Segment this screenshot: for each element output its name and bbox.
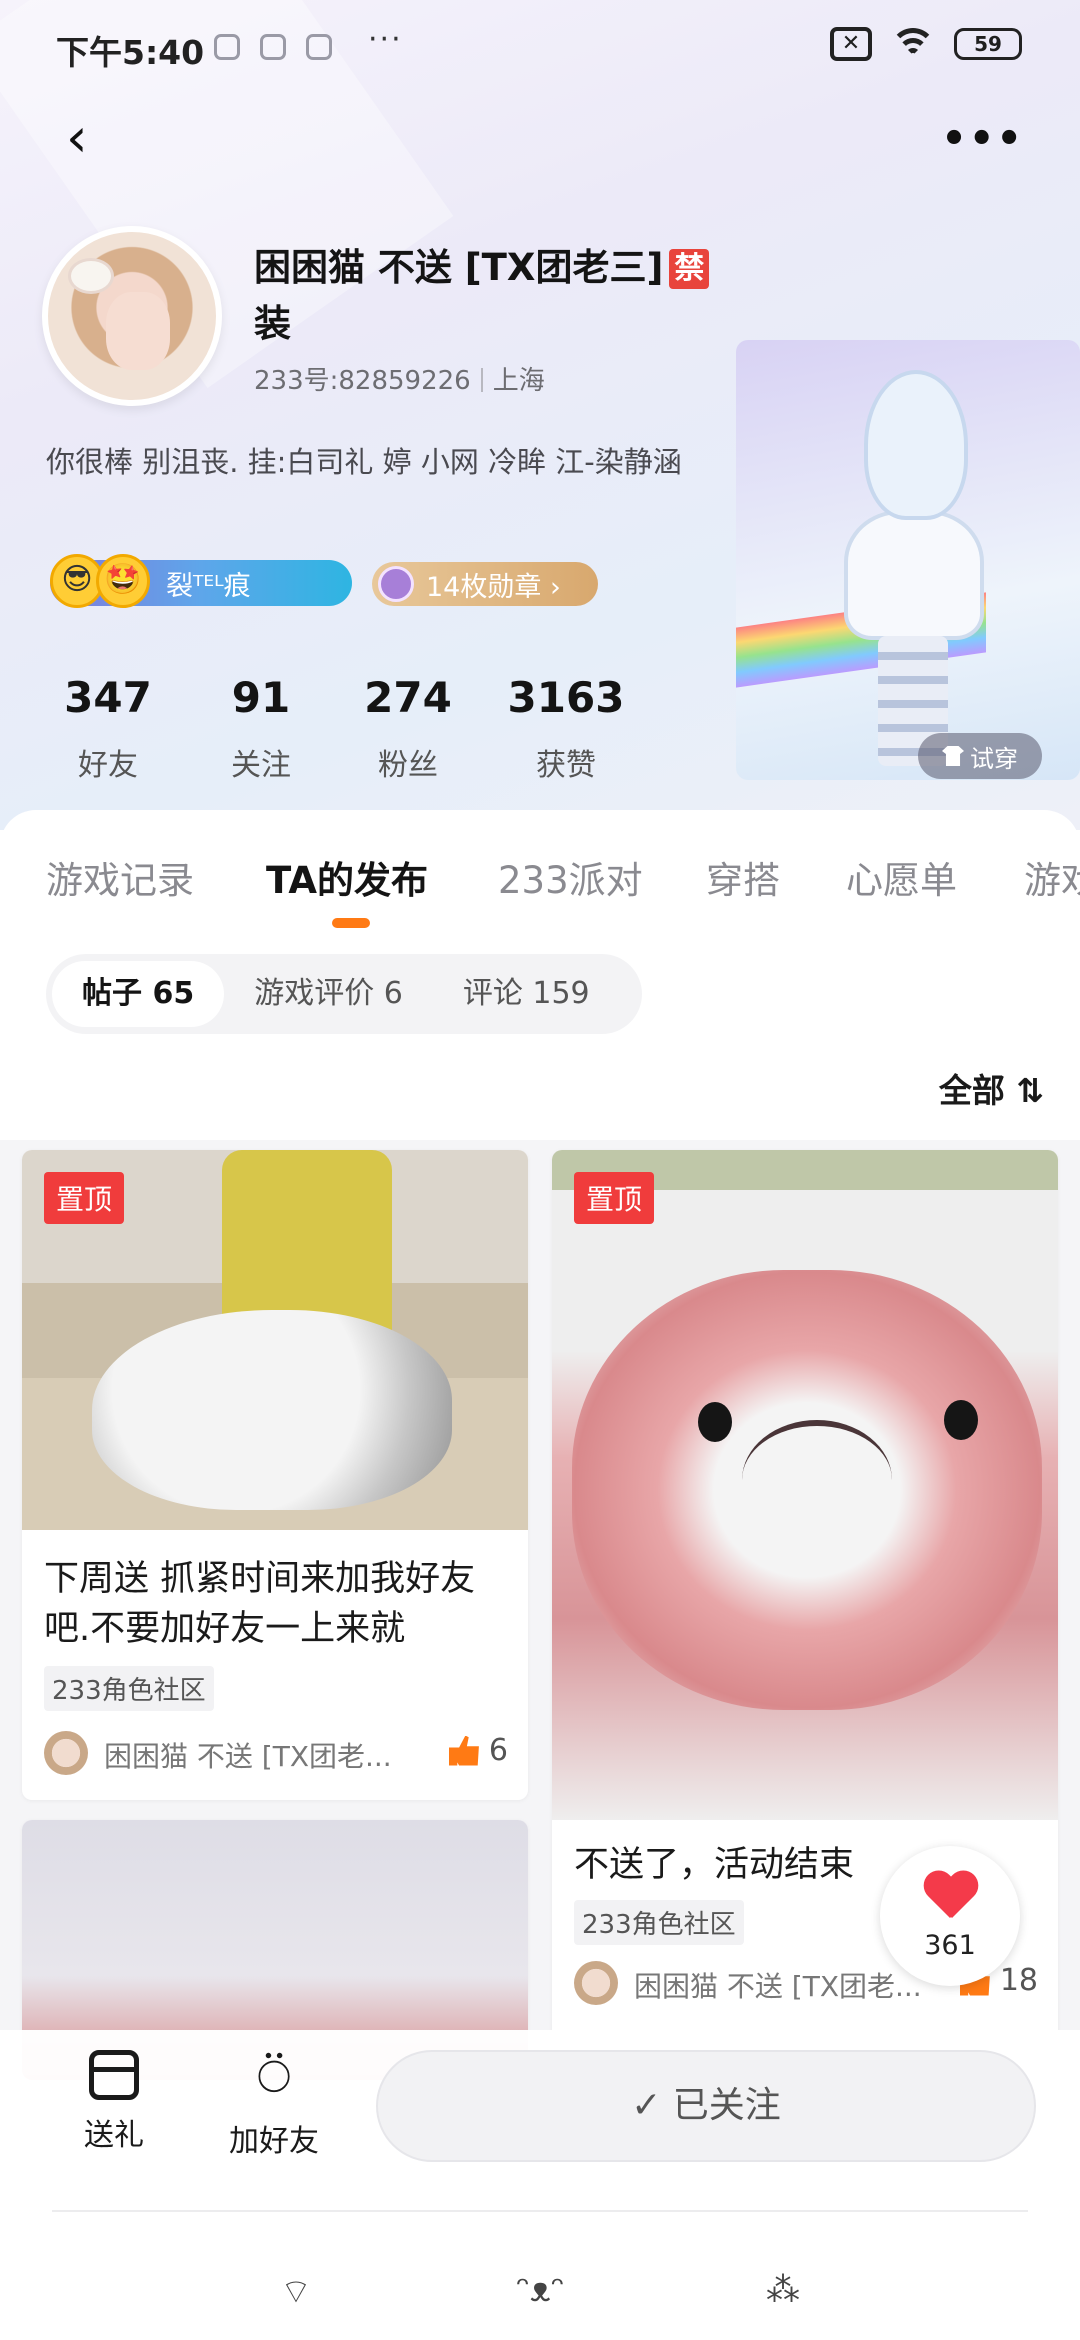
like-button[interactable]: 6 <box>448 1733 508 1768</box>
stat-following[interactable]: 91 关注 <box>172 672 350 784</box>
stat-fans[interactable]: 274 粉丝 <box>350 672 466 784</box>
tab-indicator <box>332 918 370 928</box>
stat-friends[interactable]: 347 好友 <box>44 672 172 784</box>
avatar[interactable] <box>42 226 222 406</box>
tab-games[interactable]: 游戏 <box>1024 850 1080 904</box>
heart-icon <box>922 1872 978 1922</box>
profile-name-text: 困困猫 不送 [TX团老三] <box>254 246 664 289</box>
gift-button[interactable]: 送礼 <box>72 2050 156 2154</box>
thumbs-up-icon <box>448 1735 479 1766</box>
avatar-3d-figure[interactable] <box>736 340 1080 780</box>
medal-icon <box>378 566 414 602</box>
try-on-label: 试穿 <box>970 744 1018 773</box>
try-on-button[interactable]: 试穿 <box>918 733 1042 779</box>
divider <box>52 2210 1028 2212</box>
author-name: 困困猫 不送 [TX团老... <box>104 1740 392 1773</box>
subtab-game-reviews[interactable]: 游戏评价 6 <box>224 961 433 1027</box>
group-badge[interactable]: 😎 🤩 裂ᵀᴱᴸ痕 <box>50 554 352 608</box>
profile-name: 困困猫 不送 [TX团老三] 禁 装 <box>254 240 754 352</box>
uid-row: 233号:82859226 上海 <box>254 360 545 397</box>
subtab-comments[interactable]: 评论 159 <box>433 961 620 1027</box>
nav-paw-icon[interactable]: ⁂ <box>766 2270 800 2310</box>
notification-icon <box>260 34 286 60</box>
wifi-icon <box>890 26 936 62</box>
tab-posts[interactable]: TA的发布 <box>266 850 428 904</box>
star-eyes-emoji-icon: 🤩 <box>96 554 150 608</box>
profile-header: 下午5:40 ··· ✕ 59 ‹ ••• 困困猫 不送 [TX团老三] 禁 装 … <box>0 0 1080 830</box>
pinned-badge: 置顶 <box>574 1172 655 1224</box>
stats-row: 347 好友 91 关注 274 粉丝 3163 获赞 <box>44 672 666 784</box>
tab-wishlist[interactable]: 心愿单 <box>846 850 957 904</box>
tab-bar: 游戏记录 TA的发布 233派对 穿搭 心愿单 游戏 <box>0 850 1080 930</box>
subtab-posts[interactable]: 帖子 65 <box>52 961 225 1027</box>
tab-party[interactable]: 233派对 <box>498 850 643 904</box>
author-avatar <box>44 1731 88 1775</box>
stat-likes: 3163 获赞 <box>507 673 625 783</box>
back-button[interactable]: ‹ <box>66 110 110 166</box>
status-bar: 下午5:40 ··· ✕ 59 <box>0 0 1080 96</box>
nav-pet-icon[interactable]: ᵔᴥᵔ <box>516 2270 565 2310</box>
group-badge-text: 裂ᵀᴱᴸ痕 <box>166 570 251 602</box>
sort-button[interactable]: 全部 ⇅ <box>939 1064 1044 1112</box>
more-notifications-icon: ··· <box>368 22 403 57</box>
add-friend-label: 加好友 <box>229 2124 319 2159</box>
add-friend-icon: ⍥ <box>257 2045 291 2110</box>
nav-home-icon[interactable]: ⌔ <box>280 2270 312 2313</box>
gift-icon <box>89 2050 139 2100</box>
bio: 你很棒 别沮丧. 挂:白司礼 婷 小网 冷眸 江-染静涵 <box>46 445 682 479</box>
medals-button[interactable]: 14枚勋章 › <box>372 562 598 606</box>
pinned-badge: 置顶 <box>44 1172 125 1224</box>
following-button[interactable]: ✓ 已关注 <box>376 2050 1036 2162</box>
shirt-icon <box>942 746 964 766</box>
notification-icon <box>214 34 240 60</box>
profile-name-line2: 装 <box>254 302 291 345</box>
location: 上海 <box>492 366 545 396</box>
like-count: 6 <box>488 1733 508 1768</box>
post-tag[interactable]: 233角色社区 <box>44 1666 214 1711</box>
ban-badge: 禁 <box>669 249 710 289</box>
post-card[interactable]: 置顶 下周送 抓紧时间来加我好友吧.不要加好友一上来就 233角色社区 困困猫 … <box>22 1150 528 1800</box>
tab-game-records[interactable]: 游戏记录 <box>46 850 194 904</box>
bottom-action-bar: 送礼 ⍥ 加好友 ✓ 已关注 ⌔ ᵔᴥᵔ ⁂ <box>0 2030 1080 2340</box>
medals-label: 14枚勋章 › <box>426 571 561 603</box>
uid: 233号:82859226 <box>254 366 471 396</box>
post-tag[interactable]: 233角色社区 <box>574 1900 744 1945</box>
no-sim-icon: ✕ <box>830 27 872 61</box>
more-options-button[interactable]: ••• <box>941 116 1024 162</box>
add-friend-button[interactable]: ⍥ 加好友 <box>224 2050 324 2160</box>
post-image: 置顶 <box>22 1150 528 1530</box>
post-image: 置顶 <box>552 1150 1058 1820</box>
like-count: 18 <box>999 1963 1038 1998</box>
notification-icon <box>306 34 332 60</box>
author-avatar <box>574 1961 618 2005</box>
author-name: 困困猫 不送 [TX团老... <box>634 1970 922 2003</box>
subtab-bar: 帖子 65 游戏评价 6 评论 159 <box>46 954 642 1034</box>
heart-like-button[interactable]: 361 <box>880 1846 1020 1986</box>
tab-outfits[interactable]: 穿搭 <box>706 850 780 904</box>
heart-count: 361 <box>924 1930 976 1961</box>
battery-icon: 59 <box>954 28 1022 60</box>
status-time: 下午5:40 <box>56 33 205 72</box>
gift-label: 送礼 <box>84 2118 144 2153</box>
post-title: 下周送 抓紧时间来加我好友吧.不要加好友一上来就 <box>44 1559 476 1649</box>
